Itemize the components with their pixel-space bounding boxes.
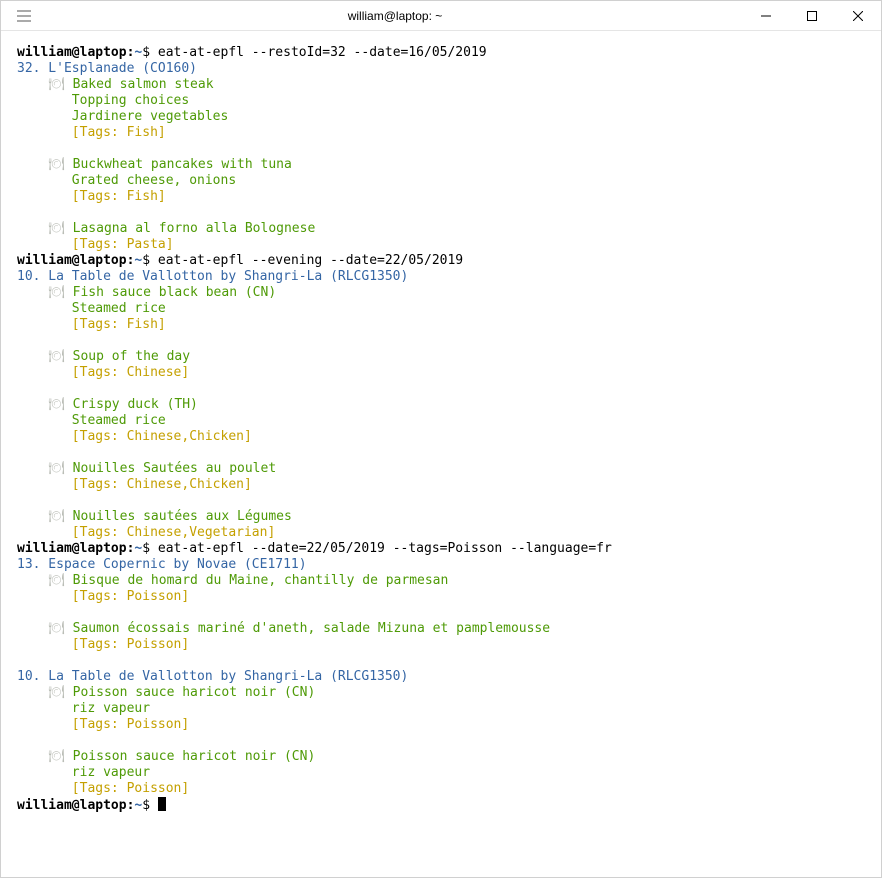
restaurant-header: 32. L'Esplanade (CO160) [17, 61, 865, 77]
command-text: eat-at-epfl --date=22/05/2019 --tags=Poi… [158, 541, 612, 556]
plate-icon: 🍽 [48, 349, 72, 364]
prompt-line: william@laptop:~$ [17, 797, 865, 814]
menu-item-line: 🍽 Poisson sauce haricot noir (CN) [17, 749, 865, 765]
menu-subline: Steamed rice [17, 301, 865, 317]
prompt-symbol: $ [142, 541, 158, 556]
prompt-userhost: william@laptop [17, 253, 127, 268]
blank-line [17, 653, 865, 669]
menu-tags: [Tags: Fish] [17, 317, 865, 333]
terminal-output[interactable]: william@laptop:~$ eat-at-epfl --restoId=… [1, 31, 881, 830]
menu-item-line: 🍽 Crispy duck (TH) [17, 397, 865, 413]
menu-tags: [Tags: Chinese,Vegetarian] [17, 525, 865, 541]
menu-tags: [Tags: Chinese,Chicken] [17, 477, 865, 493]
blank-line [17, 333, 865, 349]
blank-line [17, 205, 865, 221]
blank-line [17, 493, 865, 509]
menu-item-line: 🍽 Soup of the day [17, 349, 865, 365]
blank-line [17, 605, 865, 621]
menu-item-line: 🍽 Nouilles sautées aux Légumes [17, 509, 865, 525]
prompt-symbol: $ [142, 798, 158, 813]
titlebar: william@laptop: ~ [1, 1, 881, 31]
command-text: eat-at-epfl --evening --date=22/05/2019 [158, 253, 463, 268]
blank-line [17, 141, 865, 157]
prompt-line: william@laptop:~$ eat-at-epfl --restoId=… [17, 45, 865, 61]
menu-item-line: 🍽 Baked salmon steak [17, 77, 865, 93]
cursor [158, 797, 166, 811]
prompt-userhost: william@laptop [17, 798, 127, 813]
menu-tags: [Tags: Poisson] [17, 717, 865, 733]
plate-icon: 🍽 [48, 621, 72, 636]
menu-item-line: 🍽 Nouilles Sautées au poulet [17, 461, 865, 477]
menu-subline: Topping choices [17, 93, 865, 109]
prompt-symbol: $ [142, 45, 158, 60]
menu-tags: [Tags: Poisson] [17, 589, 865, 605]
command-text: eat-at-epfl --restoId=32 --date=16/05/20… [158, 45, 487, 60]
menu-item-line: 🍽 Fish sauce black bean (CN) [17, 285, 865, 301]
menu-item-line: 🍽 Saumon écossais mariné d'aneth, salade… [17, 621, 865, 637]
blank-line [17, 445, 865, 461]
plate-icon: 🍽 [48, 77, 72, 92]
menu-subline: riz vapeur [17, 765, 865, 781]
window-title: william@laptop: ~ [47, 8, 743, 24]
plate-icon: 🍽 [48, 461, 72, 476]
menu-subline: Jardinere vegetables [17, 109, 865, 125]
menu-subline: riz vapeur [17, 701, 865, 717]
maximize-button[interactable] [789, 1, 835, 31]
prompt-userhost: william@laptop [17, 45, 127, 60]
plate-icon: 🍽 [48, 285, 72, 300]
plate-icon: 🍽 [48, 573, 72, 588]
plate-icon: 🍽 [48, 509, 72, 524]
prompt-line: william@laptop:~$ eat-at-epfl --date=22/… [17, 541, 865, 557]
restaurant-header: 13. Espace Copernic by Novae (CE1711) [17, 557, 865, 573]
blank-line [17, 381, 865, 397]
plate-icon: 🍽 [48, 397, 72, 412]
plate-icon: 🍽 [48, 749, 72, 764]
menu-item-line: 🍽 Poisson sauce haricot noir (CN) [17, 685, 865, 701]
plate-icon: 🍽 [48, 221, 72, 236]
restaurant-header: 10. La Table de Vallotton by Shangri-La … [17, 669, 865, 685]
menu-tags: [Tags: Pasta] [17, 237, 865, 253]
menu-item-line: 🍽 Bisque de homard du Maine, chantilly d… [17, 573, 865, 589]
prompt-line: william@laptop:~$ eat-at-epfl --evening … [17, 253, 865, 269]
prompt-userhost: william@laptop [17, 541, 127, 556]
restaurant-header: 10. La Table de Vallotton by Shangri-La … [17, 269, 865, 285]
menu-tags: [Tags: Fish] [17, 189, 865, 205]
menu-tags: [Tags: Poisson] [17, 781, 865, 797]
menu-tags: [Tags: Chinese] [17, 365, 865, 381]
window-buttons [743, 1, 881, 31]
prompt-symbol: $ [142, 253, 158, 268]
plate-icon: 🍽 [48, 685, 72, 700]
menu-subline: Grated cheese, onions [17, 173, 865, 189]
menu-tags: [Tags: Fish] [17, 125, 865, 141]
menu-tags: [Tags: Chinese,Chicken] [17, 429, 865, 445]
menu-item-line: 🍽 Buckwheat pancakes with tuna [17, 157, 865, 173]
menu-subline: Steamed rice [17, 413, 865, 429]
menu-tags: [Tags: Poisson] [17, 637, 865, 653]
close-button[interactable] [835, 1, 881, 31]
plate-icon: 🍽 [48, 157, 72, 172]
blank-line [17, 733, 865, 749]
minimize-button[interactable] [743, 1, 789, 31]
menu-item-line: 🍽 Lasagna al forno alla Bolognese [17, 221, 865, 237]
menu-icon[interactable] [1, 1, 47, 31]
